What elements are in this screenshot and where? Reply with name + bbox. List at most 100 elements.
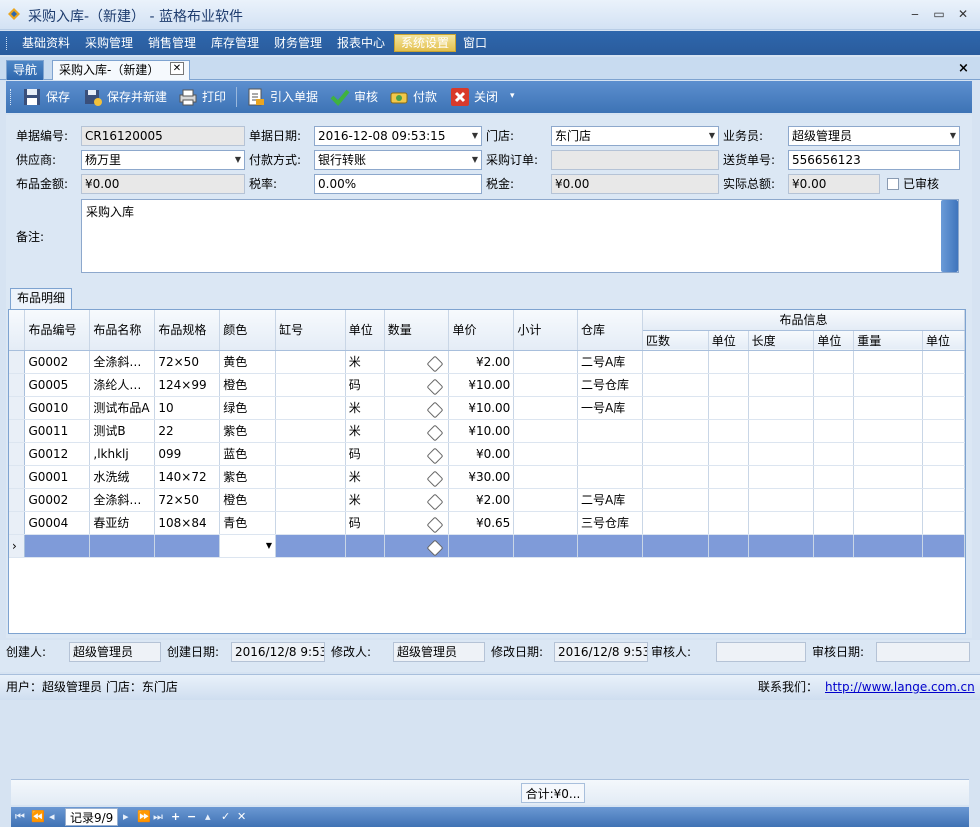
confirm-edit-icon[interactable]: ✓ — [221, 810, 230, 824]
cell-fabric-info[interactable] — [813, 396, 855, 420]
cell-qty[interactable] — [384, 419, 450, 443]
col-header-pieces[interactable]: 匹数 — [642, 330, 709, 351]
cell-fabric-info[interactable] — [813, 419, 855, 443]
col-header-weight[interactable]: 重量 — [853, 330, 923, 351]
new-row-cell[interactable] — [275, 534, 346, 558]
restore-button[interactable]: ▭ — [930, 5, 948, 23]
cell-unit[interactable]: 米 — [345, 488, 385, 512]
cell-unit[interactable]: 米 — [345, 465, 385, 489]
cell-qty[interactable] — [384, 442, 450, 466]
cell-color[interactable]: 橙色 — [219, 373, 277, 397]
cell-spec[interactable]: 124×99 — [154, 373, 221, 397]
save-and-new-button[interactable]: 保存并新建 — [83, 87, 167, 107]
cell-subtotal[interactable] — [513, 511, 579, 535]
cell-fabric-info[interactable] — [708, 442, 749, 466]
website-link[interactable]: http://www.lange.com.cn — [825, 677, 975, 697]
cell-fabric-info[interactable] — [748, 373, 815, 397]
table-row[interactable]: G0011 测试B 22 紫色 米 ¥10.00 — [9, 419, 966, 443]
cell-subtotal[interactable] — [513, 442, 579, 466]
cell-unit[interactable]: 米 — [345, 350, 385, 374]
toolbar-overflow-icon[interactable]: ▾ — [510, 91, 515, 101]
new-row-cell[interactable] — [748, 534, 815, 558]
print-button[interactable]: 打印 — [178, 87, 226, 107]
cell-subtotal[interactable] — [513, 350, 579, 374]
menu-reports[interactable]: 报表中心 — [331, 34, 391, 52]
edit-pencil-icon[interactable] — [426, 401, 444, 418]
cell-fabric-info[interactable] — [708, 511, 749, 535]
new-row-cell[interactable] — [345, 534, 385, 558]
last-record-icon[interactable]: ⏭ — [153, 810, 163, 824]
col-header-length-unit[interactable]: 单位 — [813, 330, 855, 351]
cell-fabric-info[interactable] — [642, 396, 709, 420]
col-header-subtotal[interactable]: 小计 — [513, 310, 579, 351]
table-row[interactable]: G0004 春亚纺 108×84 青色 码 ¥0.65 三号仓库 — [9, 511, 966, 535]
table-row[interactable]: G0012 ,lkhklj 099 蓝色 码 ¥0.00 — [9, 442, 966, 466]
cell-fabric-info[interactable] — [813, 488, 855, 512]
cell-subtotal[interactable] — [513, 419, 579, 443]
row-indicator[interactable] — [9, 350, 26, 374]
cell-code[interactable]: G0005 — [24, 373, 91, 397]
menu-purchase[interactable]: 采购管理 — [79, 34, 139, 52]
cell-fabric-info[interactable] — [813, 465, 855, 489]
new-row-cell[interactable]: ▼ — [219, 534, 277, 558]
table-row[interactable]: G0002 全涤斜… 72×50 黄色 米 ¥2.00 二号A库 — [9, 350, 966, 374]
cell-fabric-info[interactable] — [748, 350, 815, 374]
cell-vat[interactable] — [275, 465, 346, 489]
cell-fabric-info[interactable] — [853, 396, 923, 420]
table-row[interactable]: G0002 全涤斜… 72×50 橙色 米 ¥2.00 二号A库 — [9, 488, 966, 512]
menu-window[interactable]: 窗口 — [457, 34, 493, 52]
row-indicator[interactable] — [9, 465, 26, 489]
cell-fabric-info[interactable] — [748, 488, 815, 512]
cell-code[interactable]: G0002 — [24, 488, 91, 512]
cell-qty[interactable] — [384, 350, 450, 374]
col-header-code[interactable]: 布品编号 — [24, 310, 91, 351]
minimize-button[interactable]: ‒ — [906, 5, 924, 23]
cell-price[interactable]: ¥2.00 — [448, 488, 515, 512]
col-header-color[interactable]: 颜色 — [219, 310, 277, 351]
table-row[interactable]: G0001 水洗绒 140×72 紫色 米 ¥30.00 — [9, 465, 966, 489]
pay-button[interactable]: 付款 — [389, 87, 437, 107]
col-header-price[interactable]: 单价 — [448, 310, 515, 351]
cell-fabric-info[interactable] — [748, 442, 815, 466]
cell-fabric-info[interactable] — [708, 488, 749, 512]
cell-warehouse[interactable]: 二号A库 — [577, 488, 643, 512]
cell-color[interactable]: 紫色 — [219, 419, 277, 443]
edit-pencil-icon[interactable] — [426, 424, 444, 441]
cell-vat[interactable] — [275, 511, 346, 535]
audited-checkbox[interactable] — [887, 178, 899, 190]
delivery-no-input[interactable]: 556656123 — [788, 150, 960, 170]
new-row-cell[interactable] — [24, 534, 91, 558]
new-row-cell[interactable] — [154, 534, 221, 558]
cell-fabric-info[interactable] — [922, 442, 966, 466]
new-row-cell[interactable] — [853, 534, 923, 558]
cell-fabric-info[interactable] — [922, 419, 966, 443]
cell-price[interactable]: ¥0.65 — [448, 511, 515, 535]
menu-inventory[interactable]: 库存管理 — [205, 34, 265, 52]
cell-fabric-info[interactable] — [922, 511, 966, 535]
new-row-cell[interactable] — [513, 534, 579, 558]
cell-spec[interactable]: 72×50 — [154, 350, 221, 374]
cell-code[interactable]: G0012 — [24, 442, 91, 466]
edit-pencil-icon[interactable] — [426, 355, 444, 372]
prev-record-icon[interactable]: ◂ — [49, 810, 55, 824]
new-row-cell[interactable] — [642, 534, 709, 558]
cell-fabric-info[interactable] — [642, 488, 709, 512]
next-record-icon[interactable]: ▸ — [123, 810, 129, 824]
cell-subtotal[interactable] — [513, 488, 579, 512]
new-row[interactable]: › ▼ — [9, 534, 966, 558]
save-button[interactable]: 保存 — [22, 87, 70, 107]
cell-name[interactable]: 全涤斜… — [89, 350, 156, 374]
row-indicator[interactable] — [9, 373, 26, 397]
cell-unit[interactable]: 码 — [345, 373, 385, 397]
cell-vat[interactable] — [275, 350, 346, 374]
cell-vat[interactable] — [275, 373, 346, 397]
col-header-pieces-unit[interactable]: 单位 — [708, 330, 749, 351]
new-row-cell[interactable] — [448, 534, 515, 558]
new-row-cell[interactable] — [577, 534, 643, 558]
cell-unit[interactable]: 米 — [345, 419, 385, 443]
cell-price[interactable]: ¥10.00 — [448, 396, 515, 420]
cell-vat[interactable] — [275, 442, 346, 466]
purchase-order-field[interactable] — [551, 150, 719, 170]
cell-name[interactable]: 全涤斜… — [89, 488, 156, 512]
cell-qty[interactable] — [384, 465, 450, 489]
